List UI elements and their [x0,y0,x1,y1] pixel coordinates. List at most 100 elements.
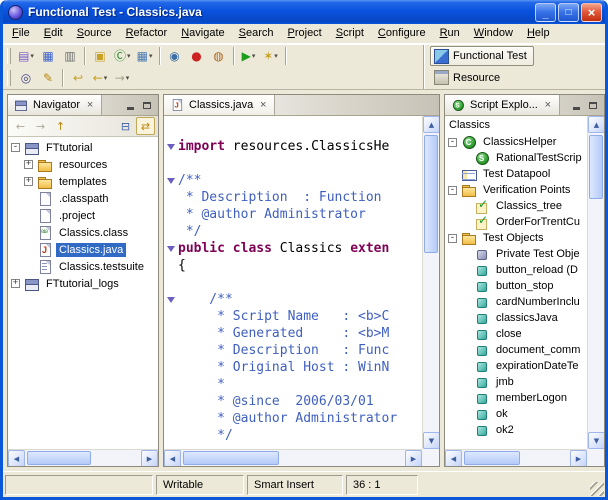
tree-item[interactable]: .classpath [8,190,158,207]
app-icon[interactable] [8,4,23,20]
tree-item[interactable]: + resources [8,156,158,173]
tree-item[interactable]: - Test Objects [445,230,587,246]
insert-recording-button[interactable]: ◍ [208,46,230,66]
scroll-thumb[interactable] [183,451,279,465]
tree-item[interactable]: - ClassicsHelper [445,134,587,150]
menu-item-project[interactable]: Project [281,24,329,43]
scroll-left-button[interactable]: ◀ [445,450,462,466]
scroll-left-button[interactable]: ◀ [164,450,181,466]
scroll-down-button[interactable]: ▼ [423,432,439,449]
script-explorer-tab[interactable]: Script Explo... × [445,95,560,115]
tree-item[interactable]: Classics.testsuite [8,258,158,275]
navigator-hscrollbar[interactable]: ◀ ▶ [8,449,158,466]
maximize-view-icon[interactable] [140,99,154,112]
menu-item-search[interactable]: Search [232,24,281,43]
tree-expander-minus-icon[interactable]: - [448,137,457,147]
tree-item[interactable]: ok [445,406,587,422]
tree-expander-plus-icon[interactable]: + [24,177,33,186]
menu-item-navigate[interactable]: Navigate [174,24,231,43]
tree-expander-minus-icon[interactable]: - [11,143,20,152]
up-icon[interactable]: ↑ [51,117,70,135]
scroll-thumb[interactable] [464,451,520,465]
tree-item[interactable]: close [445,326,587,342]
tree-item[interactable]: jmb [445,374,587,390]
scroll-left-button[interactable]: ◀ [8,450,25,466]
menu-item-run[interactable]: Run [433,24,467,43]
resize-grip-icon[interactable] [590,482,604,496]
perspective-functional-test[interactable]: Functional Test [430,46,534,67]
connect-application-button[interactable]: ◉ [164,46,186,66]
tree-expander-minus-icon[interactable]: - [448,185,457,195]
menu-item-help[interactable]: Help [520,24,557,43]
link-editor-icon[interactable]: ⇄ [136,117,155,135]
run-button[interactable]: ▶ ▾ [238,46,260,66]
tree-item[interactable]: button_stop [445,278,587,294]
script-root-label[interactable]: Classics [445,116,587,132]
scroll-thumb[interactable] [27,451,91,465]
scroll-track[interactable] [181,450,405,466]
minimize-button[interactable]: _ [535,2,556,22]
tree-item[interactable]: ok2 [445,422,587,438]
save-button[interactable]: ▦ [37,46,59,66]
tree-item[interactable]: cardNumberInclu [445,294,587,310]
code-area[interactable]: import resources.ClassicsHe /** * Descri… [164,116,422,449]
close-view-icon[interactable]: × [84,99,96,111]
search-button[interactable]: ◎ [15,68,37,88]
new-test-folder-button[interactable]: ▣ [89,46,111,66]
menu-item-script[interactable]: Script [329,24,371,43]
menu-item-edit[interactable]: Edit [37,24,70,43]
menu-item-refactor[interactable]: Refactor [119,24,175,43]
tree-expander-plus-icon[interactable]: + [24,160,33,169]
maximize-button[interactable]: □ [558,2,579,22]
tree-item[interactable]: - Verification Points [445,182,587,198]
close-editor-icon[interactable]: × [257,99,269,111]
mark-occurrences-button[interactable]: ✎ [37,68,59,88]
fold-marker-icon[interactable] [164,138,178,155]
script-vscrollbar[interactable]: ▲ ▼ [587,116,604,449]
tree-item[interactable]: OrderForTrentCu [445,214,587,230]
scroll-right-button[interactable]: ▶ [141,450,158,466]
minimize-view-icon[interactable] [123,99,137,112]
tree-item[interactable]: RationalTestScrip [445,150,587,166]
new-script-button[interactable]: ▤ ▾ [15,46,37,66]
menu-item-source[interactable]: Source [70,24,119,43]
tree-expander-plus-icon[interactable]: + [11,279,20,288]
tree-item[interactable]: Classics_tree [445,198,587,214]
print-button[interactable]: ▥ [59,46,81,66]
perspective-resource[interactable]: Resource [430,68,507,88]
scroll-right-button[interactable]: ▶ [570,450,587,466]
tree-item[interactable]: - FTtutorial [8,139,158,156]
scroll-up-button[interactable]: ▲ [588,116,604,133]
tree-item[interactable]: classicsJava [445,310,587,326]
scroll-down-button[interactable]: ▼ [588,432,604,449]
tree-item[interactable]: .project [8,207,158,224]
collapse-all-icon[interactable]: ⊟ [116,117,135,135]
scroll-thumb[interactable] [589,135,603,199]
tree-item[interactable]: Test Datapool [445,166,587,182]
forward-icon[interactable]: → [31,117,50,135]
tree-item[interactable]: Classics.class [8,224,158,241]
menu-item-window[interactable]: Window [467,24,520,43]
editor-hscrollbar[interactable]: ◀ ▶ [164,449,422,466]
scroll-track[interactable] [588,133,604,432]
maximize-view-icon[interactable] [586,99,600,112]
tree-item[interactable]: button_reload (D [445,262,587,278]
record-button[interactable]: ● [186,46,208,66]
last-edit-location-button[interactable]: ↩ [67,68,89,88]
tree-item[interactable]: Private Test Obje [445,246,587,262]
editor-tab[interactable]: Classics.java × [164,95,276,115]
fold-marker-icon[interactable] [164,172,178,189]
toolbar-grip-icon[interactable] [7,70,11,86]
scroll-up-button[interactable]: ▲ [423,116,439,133]
editor-vscrollbar[interactable]: ▲ ▼ [422,116,439,449]
scroll-track[interactable] [25,450,141,466]
back-button[interactable]: ← ▾ [89,68,111,88]
tree-item[interactable]: + templates [8,173,158,190]
close-button[interactable]: × [581,2,602,22]
new-datapool-button[interactable]: ▦ ▾ [134,46,156,66]
tree-item[interactable]: document_comm [445,342,587,358]
tree-expander-minus-icon[interactable]: - [448,233,457,243]
tree-item[interactable]: + FTtutorial_logs [8,275,158,292]
forward-button[interactable]: → ▾ [111,68,133,88]
wizard-button[interactable]: ✶ ▾ [260,46,282,66]
